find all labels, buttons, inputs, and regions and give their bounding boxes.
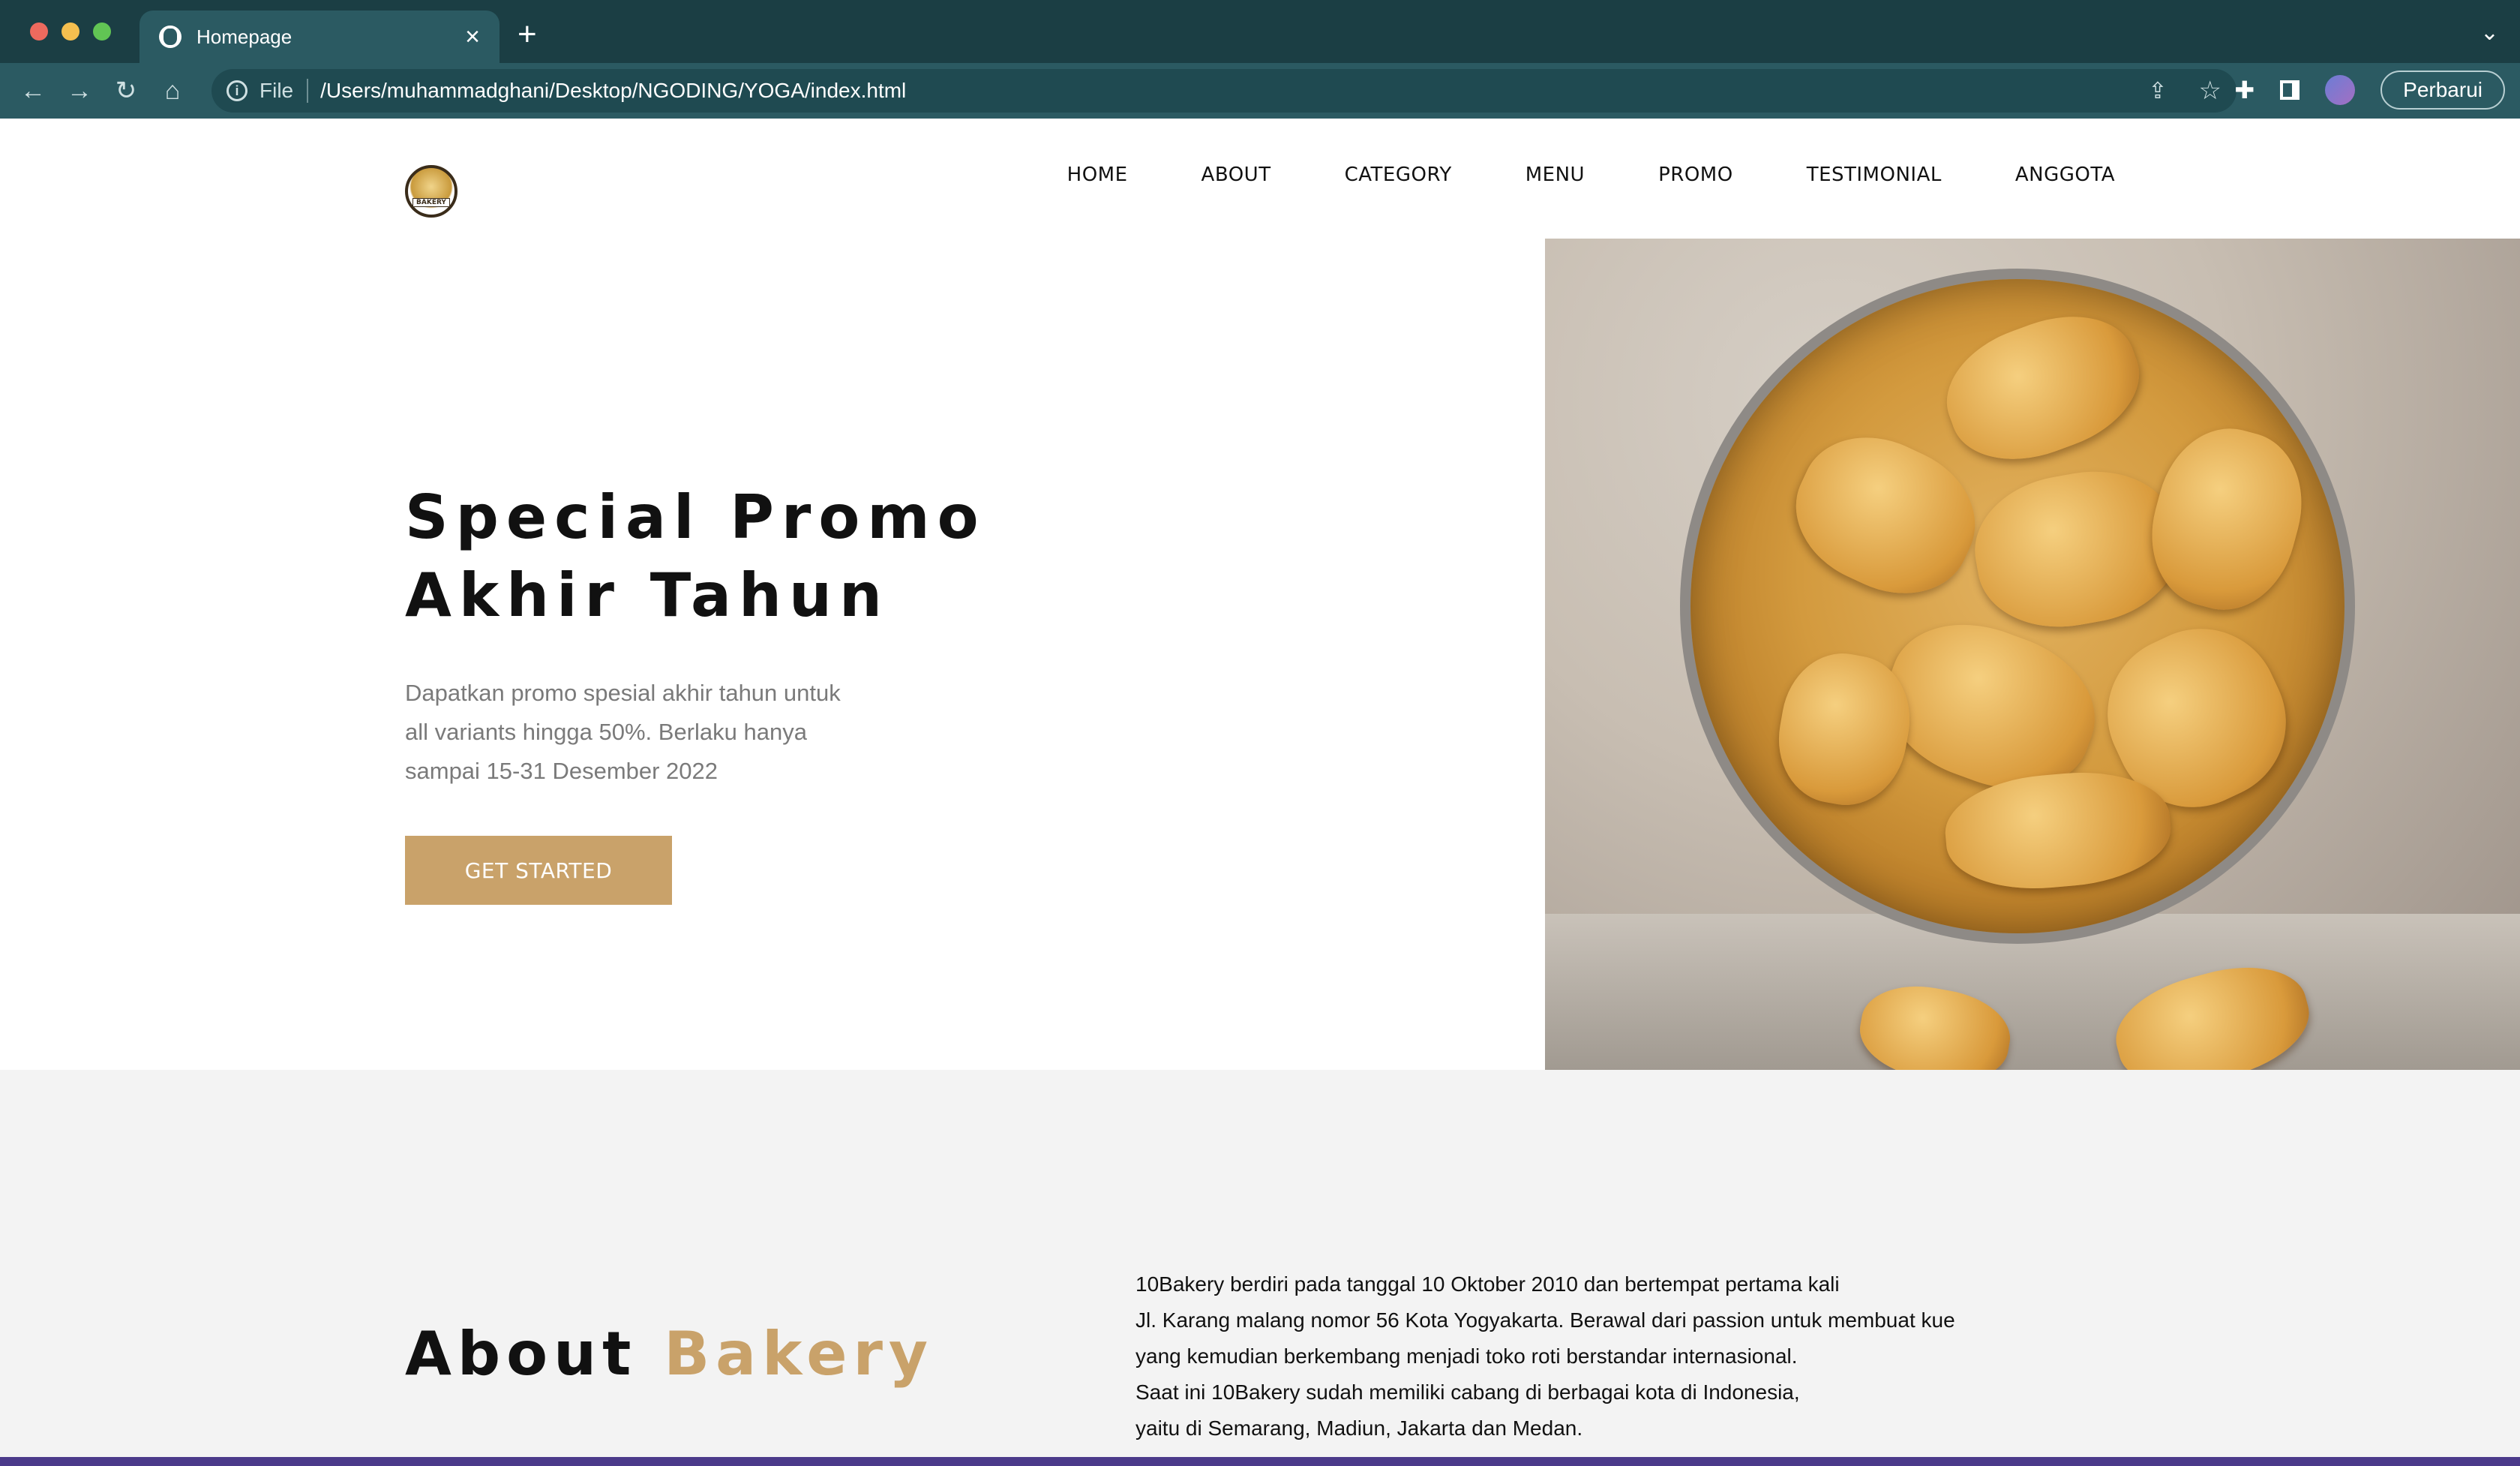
zoom-window-button[interactable]: [93, 23, 111, 41]
about-line: 10Bakery berdiri pada tanggal 10 Oktober…: [1136, 1272, 1840, 1296]
plus-icon[interactable]: +: [518, 17, 537, 53]
address-bar[interactable]: i File /Users/muhammadghani/Desktop/NGOD…: [212, 69, 2236, 113]
about-title-accent: Bakery: [664, 1319, 934, 1389]
hero-subtitle: Dapatkan promo spesial akhir tahun untuk…: [405, 680, 841, 784]
nav-menu[interactable]: MENU: [1526, 164, 1585, 186]
about-title: About Bakery: [405, 1319, 934, 1389]
logo-text: BAKERY: [412, 198, 450, 207]
nav-home[interactable]: HOME: [1067, 164, 1128, 186]
back-icon[interactable]: ←: [20, 77, 46, 104]
info-icon[interactable]: i: [226, 80, 248, 101]
about-title-main: About: [405, 1319, 638, 1389]
minimize-window-button[interactable]: [62, 23, 80, 41]
star-icon[interactable]: ☆: [2199, 76, 2222, 106]
window-controls: [30, 23, 111, 41]
bakery-logo[interactable]: BAKERY: [405, 165, 458, 218]
get-started-button[interactable]: GET STARTED: [405, 836, 672, 905]
nav-testimonial[interactable]: TESTIMONIAL: [1807, 164, 1942, 186]
about-section: About Bakery 10Bakery berdiri pada tangg…: [0, 1070, 2520, 1457]
url-text[interactable]: /Users/muhammadghani/Desktop/NGODING/YOG…: [320, 79, 906, 103]
about-line: Jl. Karang malang nomor 56 Kota Yogyakar…: [1136, 1308, 1955, 1332]
share-icon[interactable]: ⇪: [2148, 78, 2167, 104]
hero-text: Special Promo Akhir Tahun Dapatkan promo…: [405, 479, 1080, 791]
dock-edge: [0, 1457, 2520, 1466]
puzzle-icon[interactable]: ✚: [2234, 76, 2254, 104]
web-page: BAKERY HOME ABOUT CATEGORY MENU PROMO TE…: [0, 119, 2520, 1457]
tab-title: Homepage: [196, 25, 292, 48]
nav-promo[interactable]: PROMO: [1658, 164, 1733, 186]
url-scheme: File: [260, 79, 309, 103]
chevron-down-icon[interactable]: ⌄: [2480, 20, 2499, 46]
hero-title: Special Promo Akhir Tahun: [405, 482, 986, 630]
reload-icon[interactable]: ↻: [112, 77, 140, 104]
about-line: yaitu di Semarang, Madiun, Jakarta dan M…: [1136, 1416, 1583, 1440]
about-line: yang kemudian berkembang menjadi toko ro…: [1136, 1344, 1798, 1368]
update-button[interactable]: Perbarui: [2380, 71, 2505, 110]
close-icon[interactable]: ×: [465, 23, 480, 52]
main-nav: HOME ABOUT CATEGORY MENU PROMO TESTIMONI…: [1067, 164, 2115, 186]
forward-icon[interactable]: →: [66, 77, 93, 104]
sidepanel-icon[interactable]: [2280, 80, 2300, 100]
cookie-jar: [1680, 269, 2355, 944]
nav-anggota[interactable]: ANGGOTA: [2015, 164, 2115, 186]
nav-category[interactable]: CATEGORY: [1345, 164, 1452, 186]
globe-icon: [159, 26, 182, 48]
about-line: Saat ini 10Bakery sudah memiliki cabang …: [1136, 1380, 1800, 1404]
avatar[interactable]: [2325, 75, 2356, 105]
browser-tab-bar: Homepage × + ⌄: [0, 0, 2520, 63]
nav-about[interactable]: ABOUT: [1202, 164, 1271, 186]
site-header: BAKERY HOME ABOUT CATEGORY MENU PROMO TE…: [0, 119, 2520, 239]
browser-tab[interactable]: Homepage ×: [140, 11, 500, 63]
toolbar-actions: ✚ Perbarui: [2234, 71, 2505, 110]
home-icon[interactable]: ⌂: [159, 77, 186, 104]
close-window-button[interactable]: [30, 23, 48, 41]
browser-toolbar: ← → ↻ ⌂ i File /Users/muhammadghani/Desk…: [0, 63, 2520, 119]
hero-image: [1545, 239, 2520, 1070]
about-description: 10Bakery berdiri pada tanggal 10 Oktober…: [1136, 1266, 2036, 1446]
